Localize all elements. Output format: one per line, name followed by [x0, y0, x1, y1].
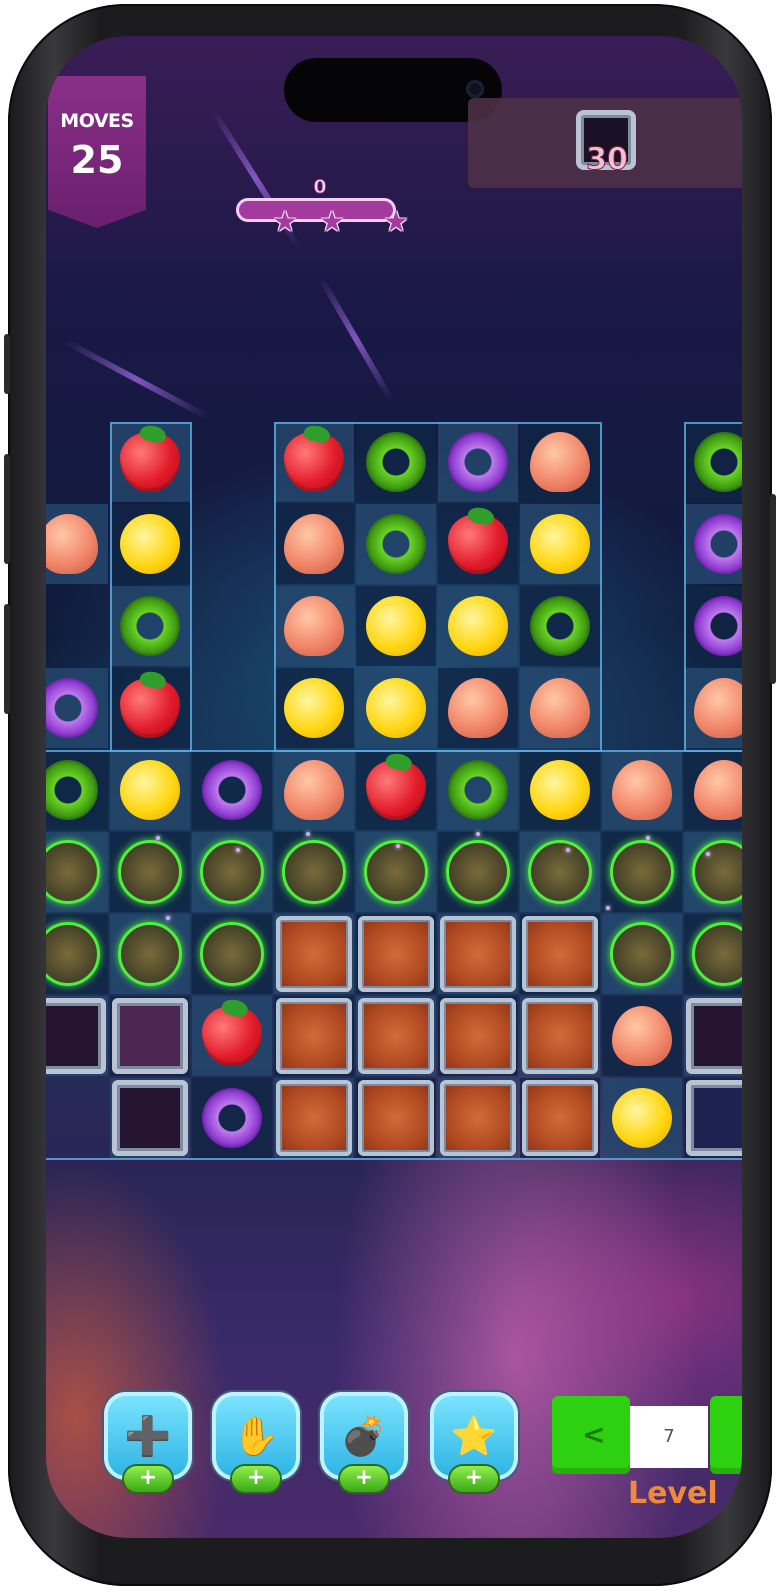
extra-moves-icon: ➕: [124, 1413, 172, 1458]
background-streak: [318, 276, 394, 402]
level-prev-button[interactable]: <: [552, 1396, 630, 1474]
moves-counter: 25: [70, 138, 124, 182]
background-streak: [63, 338, 209, 420]
board-cell[interactable]: [46, 504, 108, 584]
sparkle: [566, 848, 570, 852]
sparkle: [646, 836, 650, 840]
goal-panel: 30: [468, 98, 742, 188]
bomb-icon: 💣: [340, 1413, 388, 1458]
board-frame: [46, 750, 742, 1160]
level-next-button[interactable]: [710, 1396, 742, 1474]
booster-add-button[interactable]: +: [232, 1466, 280, 1492]
power-button: [770, 494, 776, 684]
goal-counter: 30: [586, 142, 629, 178]
level-label: Level: [628, 1476, 718, 1511]
camera-icon: [466, 80, 484, 98]
volume-up-button: [4, 454, 10, 564]
level-number[interactable]: 7: [630, 1406, 708, 1468]
hand-icon: ✋: [232, 1413, 280, 1458]
board-frame: [684, 422, 742, 752]
booster-add-button[interactable]: +: [124, 1466, 172, 1492]
booster-add-button[interactable]: +: [340, 1466, 388, 1492]
board-cell[interactable]: [46, 668, 108, 748]
score-progress-bar: [236, 198, 396, 222]
star-icon: ★: [272, 205, 298, 238]
phone-frame: MOVES 25 30 0 ★ ★ ★ ➕ + ✋ + 💣 + ⭐ + < 7 Level: [4, 4, 776, 1586]
gumdrop-candy-icon: [46, 514, 98, 574]
sparkle: [476, 832, 480, 836]
moves-banner: MOVES 25: [48, 76, 146, 228]
sparkle: [156, 836, 160, 840]
star-icon: ★: [319, 205, 345, 238]
star-icon: ★: [383, 205, 409, 238]
sparkle: [606, 906, 610, 910]
booster-add-button[interactable]: +: [450, 1466, 498, 1492]
sparkle: [306, 832, 310, 836]
volume-down-button: [4, 604, 10, 714]
mute-switch: [4, 334, 10, 394]
magic-wand-icon: ⭐: [450, 1413, 498, 1458]
score-value: 0: [313, 176, 327, 199]
sparkle: [396, 844, 400, 848]
moves-label: MOVES: [60, 110, 134, 132]
board-frame: [274, 422, 602, 752]
sparkle: [706, 852, 710, 856]
sparkle: [166, 916, 170, 920]
purple-ring-candy-icon: [46, 678, 98, 738]
level-prev-glyph: <: [582, 1418, 606, 1451]
board-frame: [110, 422, 192, 752]
game-screen: MOVES 25 30 0 ★ ★ ★ ➕ + ✋ + 💣 + ⭐ + < 7 Level: [46, 36, 742, 1538]
sparkle: [236, 848, 240, 852]
